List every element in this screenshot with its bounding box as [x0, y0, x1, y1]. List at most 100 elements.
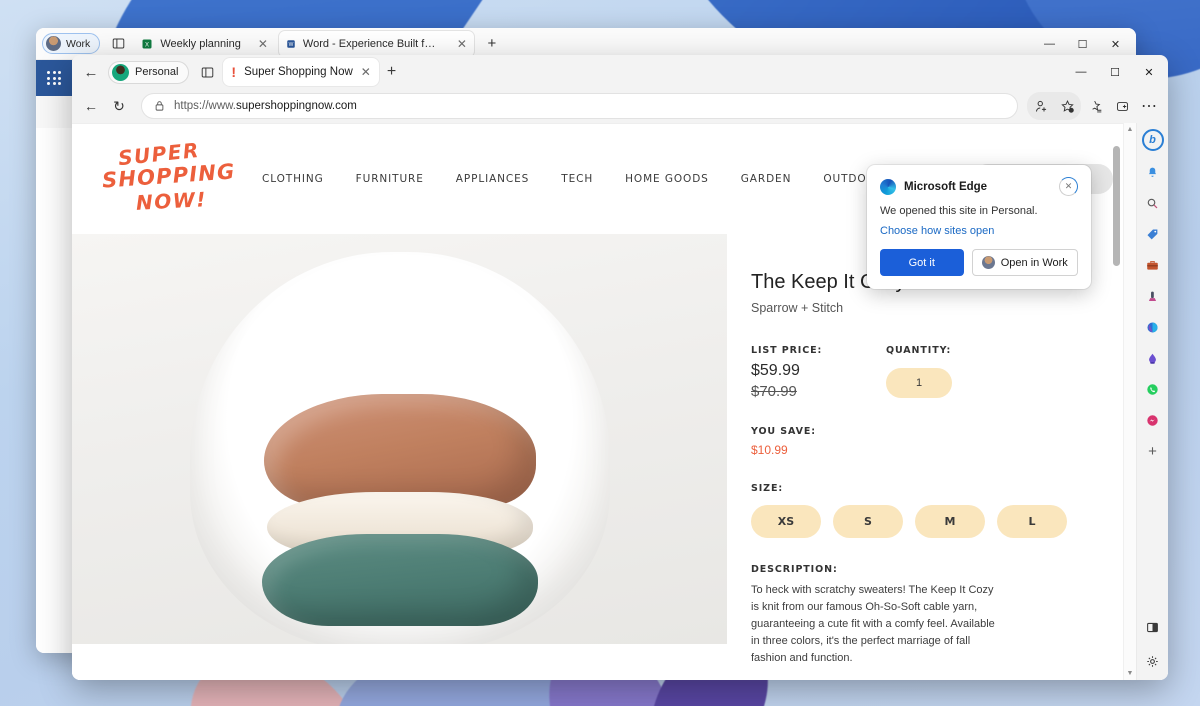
svg-text:X: X	[145, 42, 149, 48]
size-label: SIZE:	[751, 483, 784, 494]
nav-item-clothing[interactable]: CLOTHING	[262, 173, 324, 185]
work-profile-pill[interactable]: Work	[42, 33, 101, 54]
scroll-down-icon[interactable]: ▼	[1127, 670, 1134, 677]
popup-message: We opened this site in Personal.	[880, 205, 1038, 217]
choose-how-sites-open-link[interactable]: Choose how sites open	[880, 225, 1078, 237]
new-tab-icon[interactable]: +	[480, 32, 504, 56]
nav-item-appliances[interactable]: APPLIANCES	[456, 173, 529, 185]
search-icon[interactable]	[1143, 193, 1163, 213]
page-scrollbar-thumb[interactable]	[1113, 146, 1120, 266]
work-avatar-icon	[981, 256, 995, 269]
size-block: SIZE: XS S M L	[751, 483, 1089, 538]
product-detail-area: The Keep It Cozy Sweater Sparrow + Stitc…	[72, 234, 1123, 664]
work-profile-label: Work	[66, 37, 91, 50]
scroll-up-icon[interactable]: ▲	[1127, 126, 1134, 133]
tab-label: Word - Experience Built for Focus	[302, 37, 440, 50]
copilot-icon[interactable]: b	[1141, 129, 1164, 151]
edge-window-controls: — ☐ ✕	[1064, 55, 1166, 89]
size-options: XS S M L	[751, 505, 1089, 538]
nav-item-tech[interactable]: TECH	[561, 173, 593, 185]
quantity-stepper[interactable]: 1	[886, 368, 952, 398]
edge-navigation-toolbar: ← ↻ https://www.supershoppingnow.com ⋯	[72, 89, 1168, 123]
sidebar-bottom-icons	[1143, 617, 1163, 680]
messenger-icon[interactable]	[1143, 410, 1163, 430]
address-bar[interactable]: https://www.supershoppingnow.com	[141, 93, 1018, 119]
size-option-l[interactable]: L	[997, 505, 1067, 538]
edge-tab-super-shopping-now[interactable]: ! Super Shopping Now ✕	[223, 58, 379, 86]
app-launcher-icon[interactable]	[36, 60, 72, 96]
product-info-panel: The Keep It Cozy Sweater Sparrow + Stitc…	[727, 234, 1123, 664]
you-save-label: YOU SAVE:	[751, 426, 816, 437]
description-label: DESCRIPTION:	[751, 564, 838, 575]
logo-line-3: NOW!	[135, 187, 208, 215]
product-old-price: $70.99	[751, 383, 797, 400]
more-options-icon[interactable]: ⋯	[1136, 93, 1162, 119]
personal-profile-pill[interactable]: Personal	[108, 60, 190, 84]
lock-icon	[155, 101, 164, 111]
split-screen-icon[interactable]	[1143, 617, 1163, 637]
personal-profile-label: Personal	[135, 66, 179, 78]
sweater-terracotta	[263, 394, 536, 506]
description-block: DESCRIPTION: To heck with scratchy sweat…	[751, 564, 1089, 667]
site-logo[interactable]: SUPER SHOPPING NOW!	[94, 134, 236, 224]
tools-icon[interactable]	[1143, 255, 1163, 275]
savings-block: YOU SAVE: $10.99	[751, 426, 1089, 457]
size-option-s[interactable]: S	[833, 505, 903, 538]
minimize-button[interactable]: —	[1064, 55, 1098, 89]
whatsapp-icon[interactable]	[1143, 379, 1163, 399]
nav-item-home-goods[interactable]: HOME GOODS	[625, 173, 709, 185]
word-tab-experience-built-for-focus[interactable]: W Word - Experience Built for Focus ✕	[278, 30, 474, 57]
product-image	[72, 234, 727, 644]
svg-text:W: W	[289, 42, 294, 48]
settings-icon[interactable]	[1143, 651, 1163, 671]
close-icon[interactable]: ✕	[447, 37, 467, 51]
nav-item-furniture[interactable]: FURNITURE	[356, 173, 424, 185]
got-it-button[interactable]: Got it	[880, 249, 964, 276]
refresh-icon[interactable]: ↻	[106, 93, 132, 119]
browser-essentials-icon[interactable]	[1109, 93, 1135, 119]
size-option-xs[interactable]: XS	[751, 505, 821, 538]
close-icon[interactable]: ✕	[248, 37, 268, 51]
nav-item-garden[interactable]: GARDEN	[741, 173, 792, 185]
close-icon[interactable]: ✕	[361, 65, 371, 79]
games-icon[interactable]	[1143, 286, 1163, 306]
tab-label: Weekly planning	[160, 37, 241, 50]
notifications-icon[interactable]	[1143, 162, 1163, 182]
favorites-bar-icon[interactable]	[1082, 93, 1108, 119]
you-save-value: $10.99	[751, 443, 788, 457]
open-in-work-label: Open in Work	[1000, 256, 1068, 269]
add-icon[interactable]: +	[1143, 441, 1163, 461]
maximize-button[interactable]: ☐	[1098, 55, 1132, 89]
shopping-tag-icon[interactable]	[1143, 224, 1163, 244]
product-brand: Sparrow + Stitch	[751, 301, 844, 315]
tab-actions-icon[interactable]	[106, 32, 130, 56]
popup-header: Microsoft Edge ✕	[880, 177, 1078, 196]
page-scrollbar[interactable]: ▲ ▼	[1123, 123, 1136, 680]
price-quantity-row: LIST PRICE: $59.99 $70.99 QUANTITY: 1	[751, 345, 1089, 400]
back-icon[interactable]: ←	[78, 93, 104, 119]
edge-profile-switch-popup[interactable]: Microsoft Edge ✕ We opened this site in …	[867, 165, 1091, 289]
outlook-icon[interactable]	[1143, 317, 1163, 337]
close-button[interactable]: ✕	[1132, 55, 1166, 89]
tab-label: Super Shopping Now	[244, 66, 353, 78]
close-icon[interactable]: ✕	[1059, 177, 1078, 196]
toolbar-right-icons: ⋯	[1027, 92, 1162, 120]
excel-icon: X	[142, 39, 152, 48]
new-tab-icon[interactable]: +	[387, 63, 396, 81]
product-price: $59.99	[751, 362, 800, 379]
favorite-star-icon[interactable]	[1054, 93, 1080, 119]
edge-logo-icon	[880, 178, 896, 195]
profile-back-icon[interactable]: ←	[76, 57, 106, 87]
url-text: https://www.supershoppingnow.com	[174, 100, 357, 112]
add-profile-icon[interactable]	[1028, 93, 1054, 119]
work-avatar-icon	[46, 36, 61, 51]
product-description: To heck with scratchy sweaters! The Keep…	[751, 584, 995, 665]
word-tab-weekly-planning[interactable]: X Weekly planning ✕	[134, 31, 275, 57]
tab-actions-icon[interactable]	[195, 60, 219, 84]
size-option-m[interactable]: M	[915, 505, 985, 538]
drop-icon[interactable]	[1143, 348, 1163, 368]
edge-browser-window[interactable]: ← Personal ! Super Shopping Now ✕ + — ☐ …	[72, 55, 1168, 680]
alert-icon: !	[231, 64, 237, 80]
price-column: LIST PRICE: $59.99 $70.99	[751, 345, 886, 400]
open-in-work-button[interactable]: Open in Work	[971, 249, 1078, 276]
